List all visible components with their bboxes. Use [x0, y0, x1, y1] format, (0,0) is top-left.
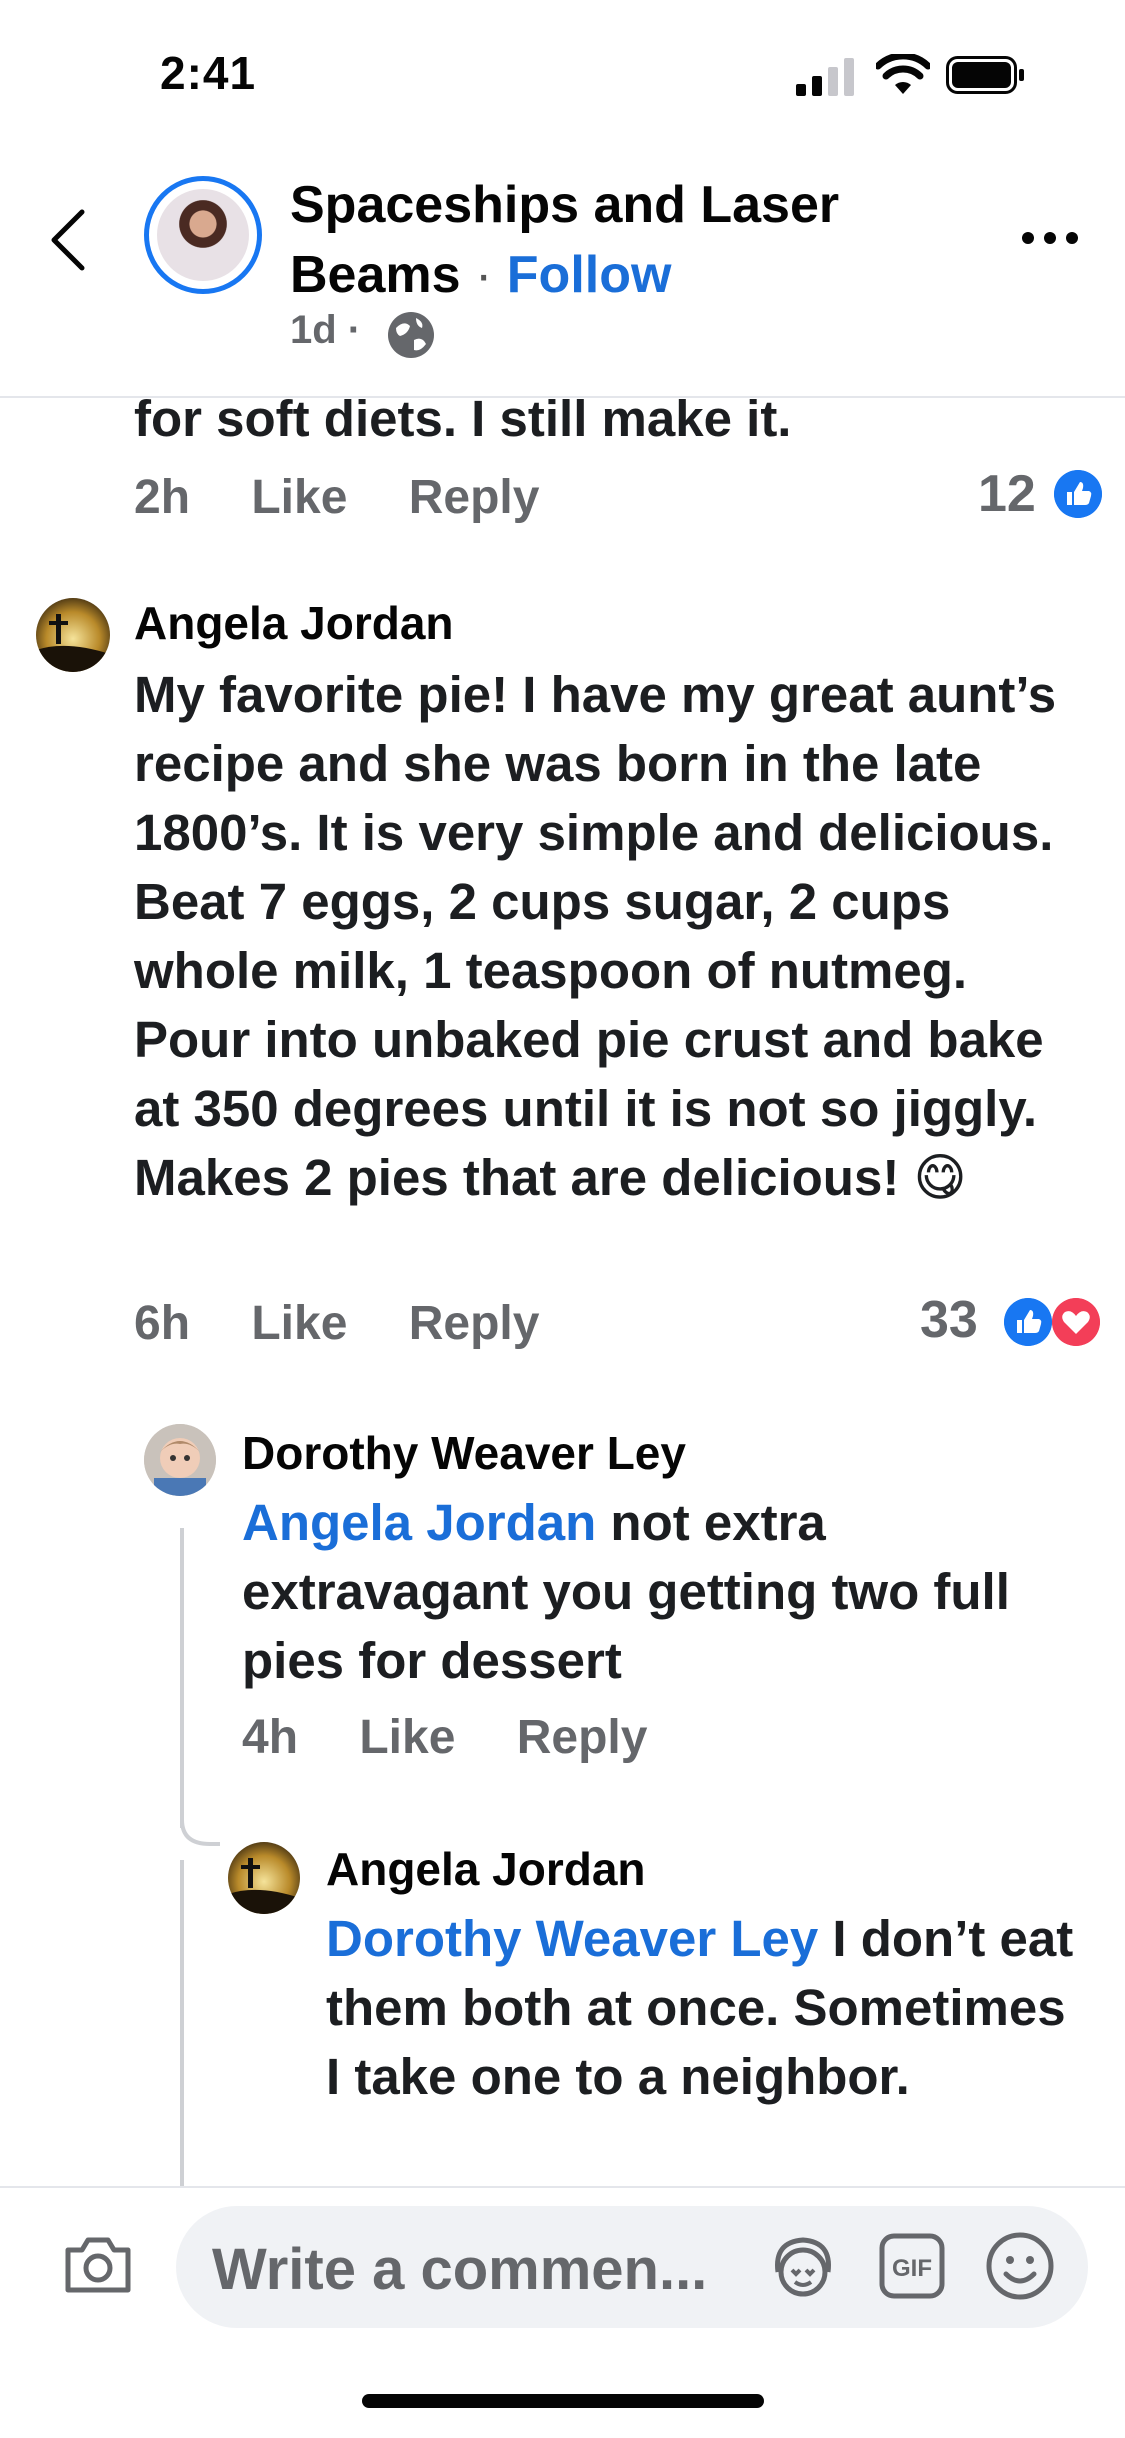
baby-photo-avatar-icon — [144, 1424, 216, 1496]
comment-actions: 2h Like Reply — [134, 470, 587, 525]
like-button[interactable]: Like — [251, 471, 347, 524]
follow-button[interactable]: Follow — [507, 246, 672, 304]
cellular-signal-icon — [796, 58, 854, 96]
comment-time: 2h — [134, 471, 191, 524]
battery-icon — [946, 56, 1024, 94]
status-time: 2:41 — [160, 47, 257, 99]
like-reaction-icon — [1004, 1298, 1052, 1346]
reply-avatar[interactable] — [144, 1424, 216, 1496]
reply-time: 4h — [242, 1711, 299, 1764]
thread-line — [180, 1860, 184, 2190]
globe-icon — [388, 312, 434, 358]
thread-connector — [180, 1800, 220, 1846]
svg-text:GIF: GIF — [892, 2255, 932, 2282]
comment-text: for soft diets. I still make it. — [134, 390, 792, 447]
home-indicator — [362, 2394, 764, 2408]
mention-link[interactable]: Dorothy Weaver Ley — [326, 1910, 818, 1967]
title-separator: · — [475, 246, 493, 304]
comment-actions: 6h Like Reply — [134, 1296, 587, 1351]
emoji-icon[interactable] — [984, 2230, 1056, 2302]
cross-sunset-avatar-icon — [228, 1842, 300, 1914]
reaction-count[interactable]: 12 — [978, 464, 1036, 524]
comment-time: 6h — [134, 1297, 191, 1350]
back-arrow-icon[interactable] — [48, 208, 88, 272]
thread-line — [180, 1528, 184, 1828]
gif-icon[interactable]: GIF — [878, 2232, 946, 2300]
avatar-sticker-icon[interactable] — [768, 2232, 838, 2302]
reply-author[interactable]: Angela Jordan — [326, 1842, 646, 1896]
reply-author[interactable]: Dorothy Weaver Ley — [242, 1426, 686, 1480]
camera-icon[interactable] — [62, 2232, 134, 2296]
cross-sunset-avatar-icon — [36, 598, 110, 672]
post-age: 1d · — [290, 308, 362, 352]
page-avatar-photo — [157, 189, 249, 281]
reply-avatar[interactable] — [228, 1842, 300, 1914]
like-button[interactable]: Like — [251, 1297, 347, 1350]
reply-actions: 4h Like Reply — [242, 1710, 695, 1765]
reply-button[interactable]: Reply — [517, 1711, 648, 1764]
comment-input-placeholder[interactable]: Write a commen... — [212, 2236, 707, 2303]
page-avatar[interactable] — [144, 176, 262, 294]
more-options-icon[interactable] — [1020, 218, 1080, 258]
commenter-avatar[interactable] — [36, 598, 110, 672]
reply-text: Angela Jordan not extra extravagant you … — [242, 1488, 1042, 1695]
reply-text: Dorothy Weaver Ley I don’t eat them both… — [326, 1904, 1086, 2111]
wifi-icon — [876, 54, 930, 94]
page-title: Spaceships and Laser Beams · Follow — [290, 170, 970, 310]
mention-link[interactable]: Angela Jordan — [242, 1494, 596, 1551]
reply-button[interactable]: Reply — [409, 471, 540, 524]
reply-button[interactable]: Reply — [409, 1297, 540, 1350]
like-button[interactable]: Like — [359, 1711, 455, 1764]
reaction-count[interactable]: 33 — [920, 1290, 978, 1350]
comment-text: My favorite pie! I have my great aunt’s … — [134, 666, 1057, 1206]
like-reaction-icon — [1054, 470, 1102, 518]
love-reaction-icon — [1052, 1298, 1100, 1346]
comment-author[interactable]: Angela Jordan — [134, 596, 454, 650]
